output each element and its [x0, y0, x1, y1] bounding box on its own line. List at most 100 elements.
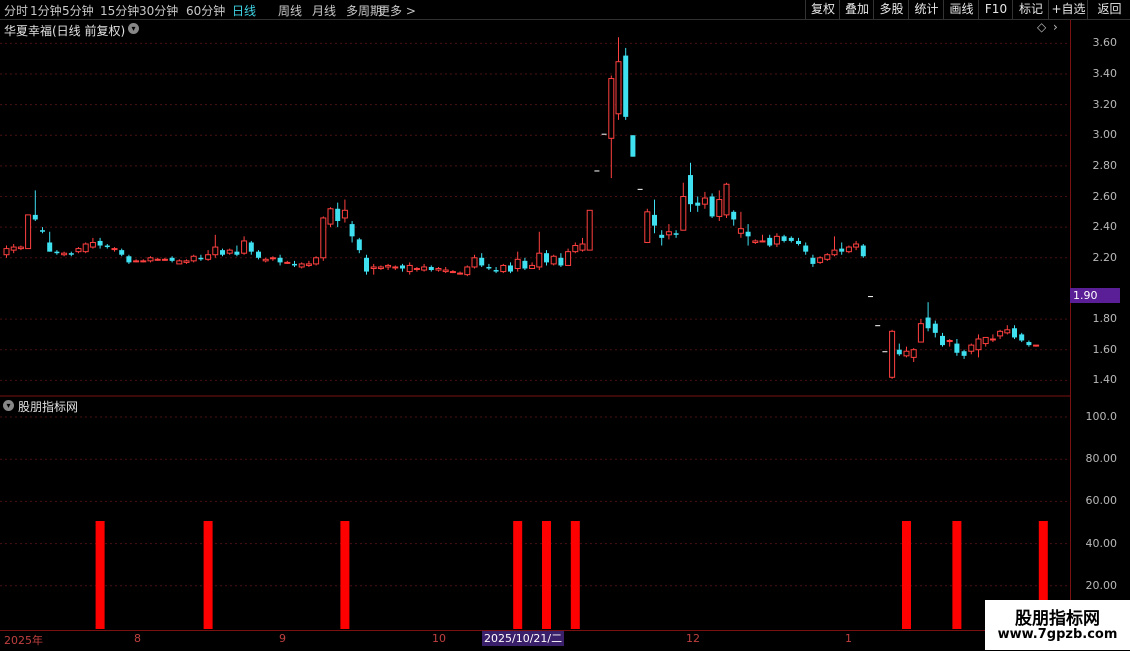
kline-chart[interactable] [0, 0, 1070, 630]
candle-body [479, 257, 485, 266]
candle-body [803, 245, 809, 252]
candle-body [644, 211, 651, 243]
date-tick-label: 2025年 [4, 634, 43, 647]
signal-bar [952, 521, 962, 629]
signal-bar-series [95, 521, 1048, 629]
candle-body [845, 246, 852, 253]
candle-body [400, 265, 405, 269]
candle-body [659, 234, 665, 238]
candle-body [716, 199, 723, 217]
candle-body [464, 266, 471, 276]
grid-lines [0, 42, 1070, 587]
candle-body [413, 268, 420, 271]
candle-body [349, 224, 355, 237]
signal-bar [340, 521, 350, 629]
candle-body [695, 202, 701, 206]
toolbar-button[interactable]: 返回 [1087, 0, 1130, 19]
price-tick-label: 3.00 [1092, 128, 1118, 142]
date-tick-label: 1 [845, 632, 852, 645]
candle-body [896, 349, 902, 355]
candle-body [140, 260, 147, 263]
candle-body [586, 209, 593, 251]
indicator-tick-label: 100.0 [1085, 410, 1118, 423]
candle-body [759, 240, 766, 243]
candle-body [709, 196, 715, 217]
candle-body [781, 236, 787, 241]
candle-body [961, 351, 967, 356]
candle-body [1019, 334, 1025, 341]
candle-body [449, 271, 456, 274]
candle-body [868, 296, 873, 298]
price-tick-label: 2.80 [1092, 158, 1118, 172]
candle-body [701, 197, 708, 205]
candle-body [982, 336, 989, 345]
candle-body [269, 257, 276, 260]
chevron-down-icon[interactable]: ▾ [3, 400, 14, 411]
candle-body [154, 258, 161, 261]
candle-body [810, 257, 816, 264]
candle-body [688, 175, 693, 205]
candle-body [975, 338, 982, 351]
candle-body [529, 264, 536, 270]
candle-body [392, 266, 399, 269]
candle-body [839, 248, 845, 252]
price-tick-label: 2.40 [1092, 220, 1118, 234]
candle-body [277, 257, 283, 263]
candle-body [183, 260, 190, 263]
candle-body [97, 240, 103, 246]
candle-body [133, 260, 140, 263]
candle-body [284, 261, 291, 264]
candle-body [25, 214, 32, 250]
candle-body [889, 330, 896, 378]
candle-body [313, 257, 320, 265]
candle-body [406, 264, 413, 273]
candle-body [298, 263, 305, 268]
candle-body [234, 251, 240, 255]
price-tick-label: 1.40 [1092, 373, 1118, 387]
candle-body [601, 133, 607, 135]
candle-body [752, 240, 759, 243]
candle-body [292, 263, 297, 266]
candle-body [457, 272, 464, 275]
candle-body [335, 208, 341, 222]
candle-body [932, 323, 938, 333]
candle-body [940, 335, 945, 346]
candle-body [320, 217, 327, 259]
candle-body [946, 340, 953, 343]
candle-body [1033, 344, 1040, 347]
candle-body [111, 248, 118, 251]
candle-body [61, 252, 68, 256]
candle-body [428, 266, 434, 271]
watermark-logo: 股朋指标网 www.7gpzb.com [985, 600, 1130, 650]
candle-body [910, 349, 917, 358]
candle-body [305, 263, 312, 266]
candle-body [161, 258, 168, 261]
signal-bar [542, 521, 551, 629]
candle-body [723, 183, 730, 216]
candle-body [198, 257, 204, 260]
candle-body [471, 257, 478, 268]
candle-body [773, 235, 780, 245]
price-tick-label: 2.20 [1092, 250, 1118, 264]
signal-bar [203, 521, 213, 629]
candle-body [205, 254, 212, 260]
candle-body [169, 257, 175, 261]
watermark-url: www.7gpzb.com [997, 627, 1118, 642]
price-axis: 3.60 3.40 3.20 3.00 2.80 2.60 2.40 2.20 1.80 1.60… [1070, 20, 1123, 630]
candle-body [147, 257, 154, 262]
candle-body [817, 257, 824, 263]
indicator-tick-label: 40.00 [1085, 536, 1118, 550]
candle-body [176, 260, 183, 265]
current-price-tag: 1.90 [1070, 288, 1120, 303]
candle-body [522, 260, 528, 269]
candle-body [68, 253, 74, 255]
price-tick-label: 3.40 [1092, 66, 1118, 80]
candle-body [241, 240, 248, 254]
candle-body [903, 350, 910, 357]
candle-body [731, 211, 737, 220]
candle-body [550, 255, 557, 265]
candle-body [968, 344, 975, 352]
candle-body [32, 214, 38, 220]
candle-body [341, 209, 348, 219]
candle-body [500, 264, 507, 273]
